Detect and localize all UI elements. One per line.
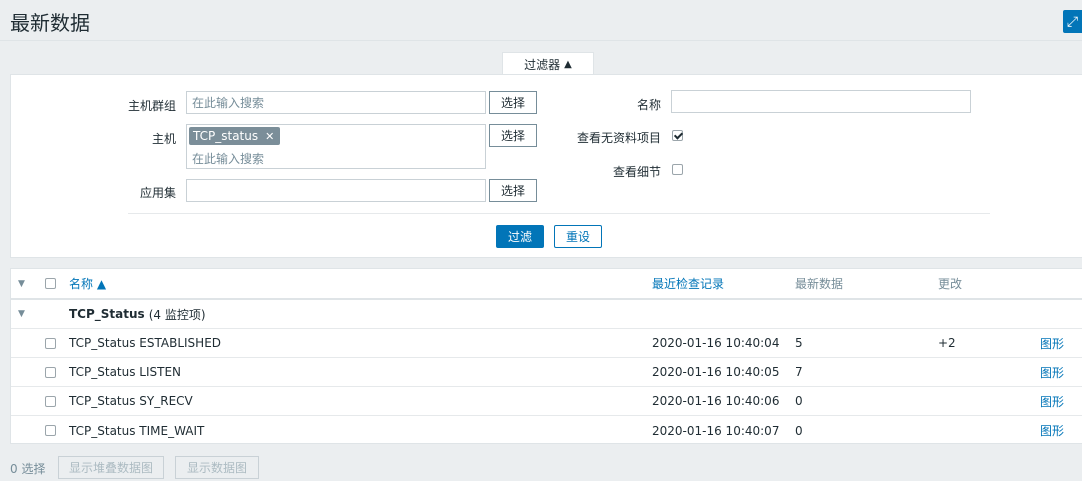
item-last-check: 2020-01-16 10:40:05	[652, 365, 780, 379]
host-search-placeholder[interactable]: 在此输入搜索	[192, 150, 264, 167]
remove-tag-icon[interactable]: ✕	[265, 130, 274, 143]
collapse-group-icon[interactable]: ▼	[18, 300, 25, 328]
graph-button[interactable]: 显示数据图	[175, 456, 259, 479]
table-row: TCP_Status ESTABLISHED 2020-01-16 10:40:…	[11, 329, 1082, 358]
page-title: 最新数据	[10, 11, 90, 35]
host-group-select-button[interactable]: 选择	[489, 91, 537, 114]
show-details-label: 查看细节	[612, 165, 661, 179]
name-label: 名称	[636, 98, 661, 112]
graph-link[interactable]: 图形	[1040, 358, 1064, 386]
group-count: (4 监控项)	[148, 307, 206, 322]
group-row: ▼ TCP_Status (4 监控项)	[11, 300, 1082, 329]
graph-link[interactable]: 图形	[1040, 387, 1064, 415]
host-multiselect[interactable]: TCP_status ✕ 在此输入搜索	[186, 124, 486, 169]
column-change: 更改	[938, 277, 963, 291]
item-name: TCP_Status TIME_WAIT	[69, 423, 205, 438]
item-value: 0	[795, 423, 803, 438]
selected-count: 0 选择	[10, 462, 46, 476]
fullscreen-button[interactable]: ⤢	[1063, 10, 1082, 33]
reset-button[interactable]: 重设	[554, 225, 602, 248]
application-label: 应用集	[139, 186, 176, 200]
host-group-input[interactable]	[186, 91, 486, 114]
filter-tab-label: 过滤器	[524, 57, 561, 72]
item-value: 5	[795, 336, 803, 350]
select-all-checkbox[interactable]	[45, 278, 56, 289]
graph-link[interactable]: 图形	[1040, 416, 1064, 445]
column-last-check[interactable]: 最近检查记录	[652, 269, 724, 298]
table-row: TCP_Status LISTEN 2020-01-16 10:40:05 7 …	[11, 358, 1082, 387]
item-change: +2	[938, 336, 956, 350]
show-no-data-checkbox[interactable]	[672, 130, 683, 141]
name-input[interactable]	[671, 90, 971, 113]
table-row: TCP_Status SY_RECV 2020-01-16 10:40:06 0…	[11, 387, 1082, 416]
row-checkbox[interactable]	[45, 337, 56, 349]
stacked-graph-button[interactable]: 显示堆叠数据图	[58, 456, 164, 479]
host-select-button[interactable]: 选择	[489, 124, 537, 147]
application-select-button[interactable]: 选择	[489, 179, 537, 202]
item-value: 0	[795, 394, 803, 408]
column-name[interactable]: 名称 ▲	[69, 269, 106, 298]
table-header-row: ▼ 名称 ▲ 最近检查记录 最新数据 更改	[11, 269, 1082, 300]
table-row: TCP_Status TIME_WAIT 2020-01-16 10:40:07…	[11, 416, 1082, 445]
latest-data-table: ▼ 名称 ▲ 最近检查记录 最新数据 更改 ▼ TCP_Status (4 监控…	[10, 268, 1082, 444]
item-value: 7	[795, 365, 803, 379]
item-name: TCP_Status LISTEN	[69, 365, 182, 379]
table-footer: 0 选择 显示堆叠数据图 显示数据图	[0, 455, 1082, 481]
caret-up-icon: ▲	[564, 58, 572, 70]
collapse-all-icon[interactable]: ▼	[18, 269, 25, 298]
host-tag: TCP_status ✕	[189, 127, 281, 145]
application-input[interactable]	[186, 179, 486, 202]
item-last-check: 2020-01-16 10:40:07	[652, 423, 780, 438]
column-last-value: 最新数据	[795, 277, 844, 291]
item-last-check: 2020-01-16 10:40:06	[652, 394, 780, 408]
filter-panel: 主机群组 选择 主机 TCP_status ✕ 在此输入搜索 选择 应用集 选择…	[10, 74, 1082, 258]
page-header: 最新数据 ⤢	[0, 0, 1082, 40]
show-details-checkbox[interactable]	[672, 164, 683, 175]
item-name: TCP_Status SY_RECV	[69, 394, 193, 408]
row-checkbox[interactable]	[45, 425, 56, 436]
host-group-label: 主机群组	[127, 99, 176, 113]
graph-link[interactable]: 图形	[1040, 329, 1064, 357]
filter-tab[interactable]: 过滤器 ▲	[502, 52, 594, 75]
item-last-check: 2020-01-16 10:40:04	[652, 336, 780, 350]
show-no-data-label: 查看无资料项目	[576, 131, 661, 145]
row-checkbox[interactable]	[45, 395, 56, 407]
row-checkbox[interactable]	[45, 366, 56, 378]
expand-icon: ⤢	[1066, 13, 1079, 30]
filter-button[interactable]: 过滤	[496, 225, 544, 248]
host-label: 主机	[151, 132, 176, 146]
header-divider	[0, 40, 1082, 41]
host-tag-label: TCP_status	[193, 129, 259, 143]
filter-divider	[128, 213, 990, 214]
item-name: TCP_Status ESTABLISHED	[69, 336, 222, 350]
group-name: TCP_Status	[69, 307, 145, 321]
